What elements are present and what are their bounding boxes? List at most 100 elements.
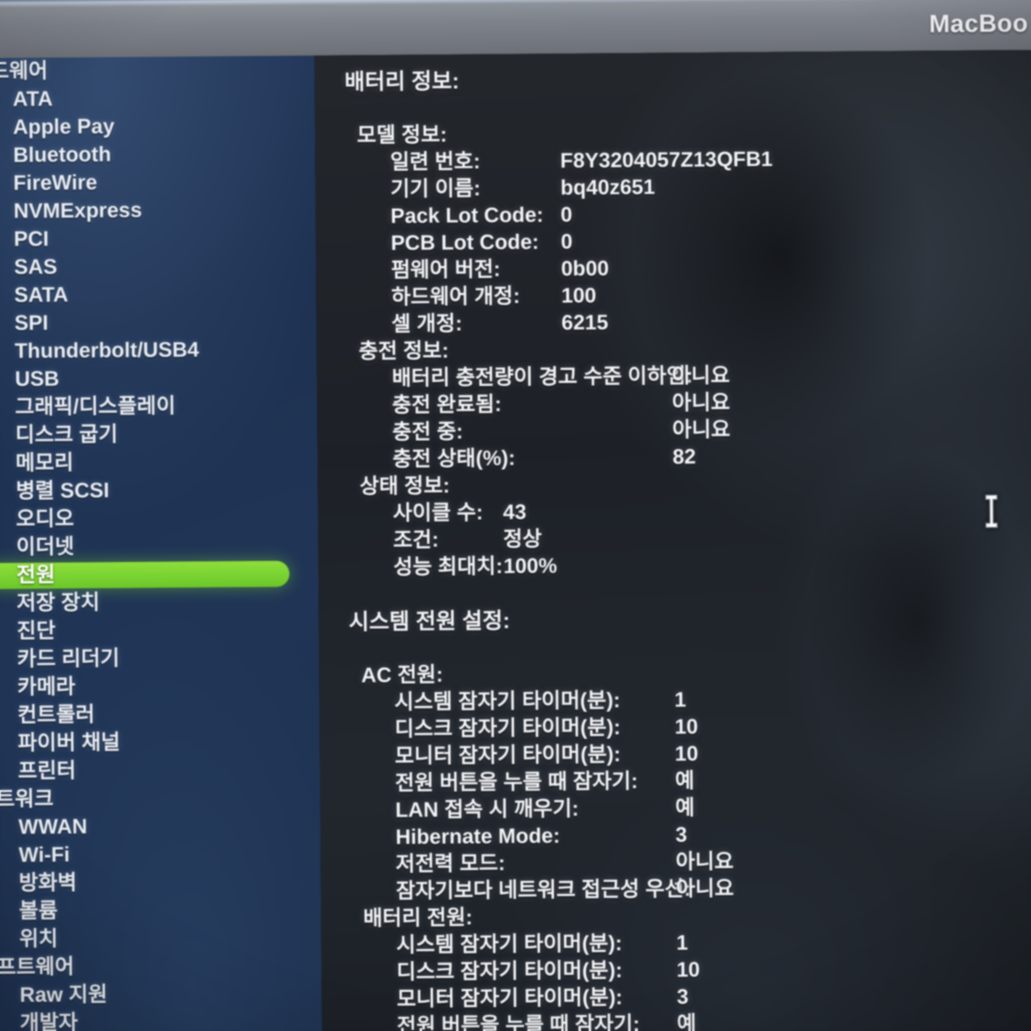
sidebar-item-spi[interactable]: SPI <box>0 308 317 339</box>
report-row-value: 100 <box>561 284 597 308</box>
sidebar-item--scsi[interactable]: 병렬 SCSI <box>0 476 318 507</box>
report-row-label: 전원 버튼을 누를 때 잠자기: <box>396 1013 640 1031</box>
report-row-value: 82 <box>672 445 696 469</box>
content-pane: 배터리 정보: 모델 정보: 일련 번호: F8Y3204057Z13QFB1 기기 이… <box>314 49 1031 1031</box>
sidebar-item--[interactable]: 위치 <box>0 924 321 955</box>
report-row-value: 0 <box>560 230 573 254</box>
system-power-heading: 시스템 전원 설정: <box>319 603 1031 636</box>
report-row-label: 일련 번호: <box>390 150 481 174</box>
power-report: 배터리 정보: 모델 정보: 일련 번호: F8Y3204057Z13QFB1 기기 이… <box>314 50 1031 1031</box>
sidebar-item--[interactable]: 네트워크 <box>0 784 320 815</box>
sidebar: 하드웨어 ATA Apple Pay Bluetooth FireWire NVMExpr… <box>0 3 323 1031</box>
report-row-label: 배터리 충전량이 경고 수준 이하임: <box>391 364 693 390</box>
sidebar-item-wi-fi[interactable]: Wi-Fi <box>0 840 321 871</box>
sidebar-item-firewire[interactable]: FireWire <box>0 168 315 199</box>
health-info-heading-text: 상태 정보: <box>359 474 450 499</box>
report-row-label: PCB Lot Code: <box>390 230 540 255</box>
report-row-value: 아니요 <box>675 850 734 874</box>
sidebar-item-apple-pay[interactable]: Apple Pay <box>0 112 315 143</box>
report-row: 성능 최대치: 100% <box>318 549 1031 582</box>
report-row-label: 디스크 잠자기 타이머(분): <box>394 716 621 741</box>
report-row-label: 시스템 잠자기 타이머(분): <box>394 689 621 714</box>
report-row-value: F8Y3204057Z13QFB1 <box>560 147 773 173</box>
sidebar-item--[interactable]: 하드웨어 <box>0 56 315 87</box>
sidebar-item-label: 볼륨 <box>18 899 58 923</box>
report-row-label: 사이클 수: <box>392 501 484 525</box>
sidebar-item--[interactable]: 오디오 <box>0 504 318 535</box>
sidebar-item-bluetooth[interactable]: Bluetooth <box>0 140 315 171</box>
report-row-label: 하드웨어 개정: <box>391 284 521 309</box>
sidebar-item-label: 병렬 SCSI <box>15 479 110 503</box>
sidebar-item--[interactable]: 전원 <box>0 560 319 591</box>
report-row-label: 모니터 잠자기 타이머(분): <box>394 743 621 768</box>
report-row-value: 아니요 <box>672 391 731 415</box>
sidebar-nav-list[interactable]: 하드웨어 ATA Apple Pay Bluetooth FireWire NVMExpr… <box>0 56 322 1031</box>
sidebar-item--[interactable]: 그래픽/디스플레이 <box>0 392 317 423</box>
report-row-value: 100% <box>503 554 558 579</box>
sidebar-item-label: 이더넷 <box>16 535 75 559</box>
sidebar-item-label: PCI <box>13 227 49 251</box>
sidebar-item-label: Thunderbolt/USB4 <box>14 338 200 363</box>
report-row-label: 충전 상태(%): <box>392 447 516 471</box>
sidebar-item-sata[interactable]: SATA <box>0 280 316 311</box>
sidebar-item-label: Wi-Fi <box>18 843 70 867</box>
sidebar-item--[interactable]: 진단 <box>0 616 319 647</box>
report-row-value: 예 <box>675 796 695 820</box>
sidebar-item--[interactable]: 프린터 <box>0 756 320 787</box>
window-titlebar[interactable]: MacBoo <box>0 0 1031 59</box>
report-row-value: 예 <box>674 769 695 793</box>
sidebar-item--[interactable]: 카드 리더기 <box>0 644 319 675</box>
report-row-label: 기기 이름: <box>390 177 481 201</box>
sidebar-item-label: FireWire <box>13 171 98 195</box>
sidebar-item--[interactable]: 파이버 채널 <box>0 728 320 759</box>
report-row-label: 저전력 모드: <box>395 852 506 876</box>
report-row-value: 1 <box>674 688 687 712</box>
sidebar-item-thunderbolt-usb4[interactable]: Thunderbolt/USB4 <box>0 336 317 367</box>
screen-photo: 하드웨어 ATA Apple Pay Bluetooth FireWire NVMExpr… <box>0 0 1031 1031</box>
sidebar-item--[interactable]: 저장 장치 <box>0 588 319 619</box>
sidebar-item-raw-[interactable]: Raw 지원 <box>0 980 322 1011</box>
system-power-heading-text: 시스템 전원 설정: <box>348 608 511 635</box>
sidebar-item-label: USB <box>14 367 60 391</box>
report-row-value: 아니요 <box>671 364 730 388</box>
sidebar-item-label: WWAN <box>18 815 88 839</box>
sidebar-item-nvmexpress[interactable]: NVMExpress <box>0 196 316 227</box>
sidebar-item--[interactable]: 카메라 <box>0 672 319 703</box>
sidebar-item-pci[interactable]: PCI <box>0 224 316 255</box>
report-row-label: 시스템 잠자기 타이머(분): <box>396 932 623 957</box>
sidebar-item-label: 메모리 <box>15 451 74 475</box>
sidebar-item--[interactable]: 볼륨 <box>0 896 321 927</box>
system-information-window: 하드웨어 ATA Apple Pay Bluetooth FireWire NVMExpr… <box>0 0 1031 1031</box>
report-row-label: LAN 접속 시 깨우기: <box>395 797 579 822</box>
report-row-value: 6215 <box>561 311 609 335</box>
report-row-value: 1 <box>676 931 689 955</box>
sidebar-item--[interactable]: 메모리 <box>0 448 318 479</box>
battery-info-heading-text: 배터리 정보: <box>344 68 460 95</box>
report-row-label: 펌웨어 버전: <box>390 258 501 282</box>
report-row-value: 정상 <box>503 527 542 552</box>
report-row-label: Hibernate Mode: <box>395 824 561 849</box>
sidebar-item-label: 카메라 <box>17 675 76 699</box>
sidebar-item-sas[interactable]: SAS <box>0 252 316 283</box>
sidebar-item--[interactable]: 소프트웨어 <box>0 952 322 983</box>
report-row-label: 셀 개정: <box>391 312 463 336</box>
sidebar-item--[interactable]: 개발자 <box>0 1008 322 1031</box>
sidebar-item-label: 위치 <box>19 927 59 951</box>
sidebar-item-wwan[interactable]: WWAN <box>0 812 321 843</box>
report-row-value: 3 <box>676 985 689 1009</box>
sidebar-item-label: 개발자 <box>19 1011 79 1031</box>
sidebar-item-label: Raw 지원 <box>19 983 108 1007</box>
sidebar-item-label: 저장 장치 <box>16 591 100 615</box>
report-row-value: 아니요 <box>675 877 734 901</box>
sidebar-item-usb[interactable]: USB <box>0 364 317 395</box>
sidebar-item--[interactable]: 컨트롤러 <box>0 700 320 731</box>
sidebar-item--[interactable]: 디스크 굽기 <box>0 420 317 451</box>
sidebar-item-label: 네트워크 <box>0 787 54 812</box>
sidebar-item--[interactable]: 방화벽 <box>0 868 321 899</box>
i-beam-cursor-icon <box>985 494 998 528</box>
sidebar-item--[interactable]: 이더넷 <box>0 532 318 563</box>
report-row-value: 10 <box>674 715 699 739</box>
sidebar-item-ata[interactable]: ATA <box>0 84 315 115</box>
report-row-label: 충전 완료됨: <box>392 393 502 417</box>
report-row-value: 예 <box>676 1012 697 1031</box>
